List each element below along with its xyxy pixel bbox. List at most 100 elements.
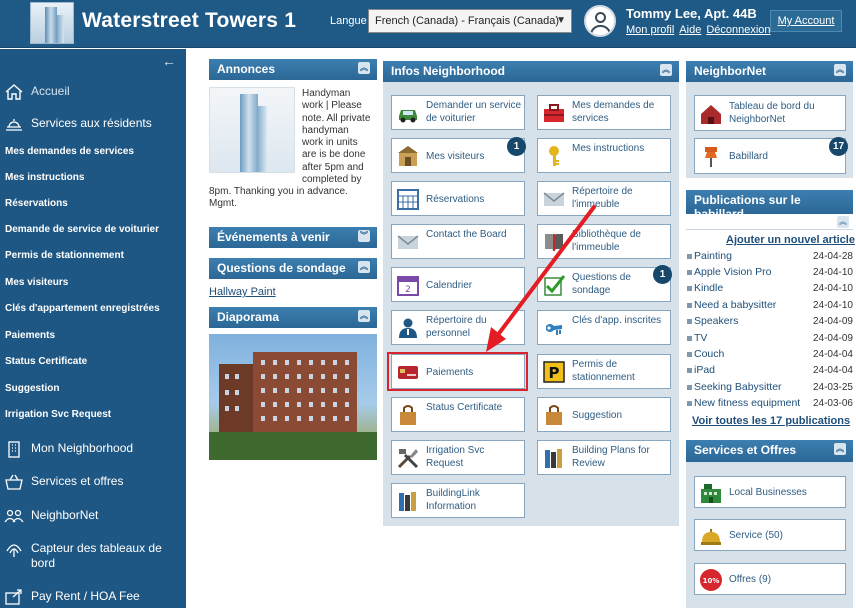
publication-title[interactable]: Speakers (694, 315, 738, 327)
publication-row[interactable]: Couch 24-04-04 (686, 347, 853, 363)
tile-building-library[interactable]: Bibliothèque de l'immeuble (537, 224, 671, 259)
publication-title[interactable]: iPad (694, 364, 715, 376)
publication-title[interactable]: Kindle (694, 282, 723, 294)
tile-buildinglink-info[interactable]: BuildingLink Information (391, 483, 525, 518)
sensor-icon (6, 544, 22, 557)
tile-registered-keys[interactable]: Clés d'app. inscrites (537, 310, 671, 345)
publication-row[interactable]: iPad 24-04-04 (686, 363, 853, 379)
view-all-publications-link[interactable]: Voir toutes les 17 publications (692, 415, 850, 427)
survey-link[interactable]: Hallway Paint (209, 286, 276, 298)
my-account-button[interactable]: My Account (770, 10, 842, 32)
tile-contact-board[interactable]: Contact the Board (391, 224, 525, 259)
nav-capteur[interactable]: Capteur des tableaux de bord (0, 538, 186, 572)
publication-row[interactable]: Painting 24-04-28 (686, 249, 853, 265)
collapse-annonces-icon[interactable]: ︽ (358, 62, 370, 74)
bell-icon (701, 529, 721, 545)
collapse-infos-icon[interactable]: ︽ (660, 64, 672, 76)
expand-evenements-icon[interactable]: ︾ (358, 230, 370, 242)
nav-sub-item[interactable]: Mes visiteurs (0, 277, 186, 293)
collapse-publications-icon[interactable]: ︽ (837, 216, 849, 228)
publication-title[interactable]: Apple Vision Pro (694, 266, 771, 278)
nav-sub-item[interactable]: Mes instructions (0, 172, 186, 188)
nav-pay-rent[interactable]: Pay Rent / HOA Fee (0, 586, 186, 608)
visitors-icon (398, 146, 418, 166)
publication-date: 24-04-04 (812, 365, 853, 376)
tile-offers[interactable]: 10% Offres (9) (694, 563, 846, 595)
slideshow-photo[interactable] (209, 334, 377, 460)
nav-neighbornet[interactable]: NeighborNet (0, 505, 186, 527)
nav-sub-label: Paiements (5, 330, 56, 341)
tile-reservations[interactable]: Réservations (391, 181, 525, 216)
tile-neighbornet-dashboard[interactable]: Tableau de bord du NeighborNet (694, 95, 846, 131)
tile-parking-permit[interactable]: P Permis de stationnement (537, 354, 671, 389)
tile-my-instructions[interactable]: Mes instructions (537, 138, 671, 173)
diaporama-title: Diaporama (217, 310, 280, 324)
nav-sub-item[interactable]: Réservations (0, 198, 186, 214)
help-link[interactable]: Aide (679, 24, 701, 36)
key-icon (549, 146, 559, 166)
tile-my-visitors[interactable]: Mes visiteurs (391, 138, 525, 173)
publication-row[interactable]: New fitness equipment 24-03-06 (686, 396, 853, 412)
publication-row[interactable]: TV 24-04-09 (686, 331, 853, 347)
envelope-icon (397, 235, 419, 249)
announcement-line: 8pm. Thanking you in advance. (209, 186, 348, 197)
tile-status-certificate[interactable]: Status Certificate (391, 397, 525, 432)
nav-sub-item[interactable]: Status Certificate (0, 356, 186, 372)
publication-row[interactable]: Seeking Babysitter 24-03-25 (686, 380, 853, 396)
publication-title[interactable]: TV (694, 332, 707, 344)
nav-sub-item[interactable]: Paiements (0, 330, 186, 346)
collapse-diaporama-icon[interactable]: ︽ (358, 310, 370, 322)
nav-services-offres[interactable]: Services et offres (0, 471, 186, 493)
tile-my-service-requests[interactable]: Mes demandes de services (537, 95, 671, 130)
nav-sub-item[interactable]: Permis de stationnement (0, 250, 186, 266)
tile-building-directory[interactable]: Répertoire de l'immeuble (537, 181, 671, 216)
tile-label: BuildingLink Information (426, 488, 480, 512)
tile-suggestion[interactable]: Suggestion (537, 397, 671, 432)
collapse-sidebar-icon[interactable]: ← (162, 53, 176, 69)
tile-staff-directory[interactable]: Répertoire du personnel (391, 310, 525, 345)
collapse-services-offres-icon[interactable]: ︽ (834, 443, 846, 455)
announcement-line: note. All private (302, 112, 371, 124)
nav-accueil[interactable]: Accueil (0, 81, 186, 103)
site-title[interactable]: Waterstreet Towers 1 (82, 9, 296, 33)
nav-mon-neighborhood[interactable]: Mon Neighborhood (0, 438, 186, 460)
publication-row[interactable]: Speakers 24-04-09 (686, 314, 853, 330)
publication-title[interactable]: Need a babysitter (694, 299, 776, 311)
profile-link[interactable]: Mon profil (626, 24, 674, 36)
bulletin-count-badge: 17 (829, 137, 848, 156)
publication-title[interactable]: Couch (694, 348, 724, 360)
publication-date: 24-04-09 (812, 316, 853, 327)
publication-row[interactable]: Apple Vision Pro 24-04-10 (686, 265, 853, 281)
language-value: French (Canada) - Français (Canada) (375, 15, 560, 27)
tile-local-businesses[interactable]: Local Businesses (694, 476, 846, 508)
nav-sub-item[interactable]: Suggestion (0, 383, 186, 399)
collapse-neighbornet-icon[interactable]: ︽ (834, 64, 846, 76)
user-avatar-icon[interactable] (584, 5, 616, 37)
publication-row[interactable]: Need a babysitter 24-04-10 (686, 298, 853, 314)
tile-survey-questions[interactable]: Questions de sondage (537, 267, 671, 302)
tile-service[interactable]: Service (50) (694, 519, 846, 551)
tile-valet-request[interactable]: Demander un service de voiturier (391, 95, 525, 130)
tile-calendar[interactable]: 2 Calendrier (391, 267, 525, 302)
nav-sub-item[interactable]: Clés d'appartement enregistrées (0, 303, 186, 319)
nav-sub-item[interactable]: Mes demandes de services (0, 146, 186, 162)
nav-sub-item[interactable]: Irrigation Svc Request (0, 409, 186, 425)
collapse-sondage-icon[interactable]: ︽ (358, 261, 370, 273)
evenements-header[interactable]: Événements à venir ︾ (209, 227, 377, 248)
add-article-link[interactable]: Ajouter un nouvel article (726, 234, 855, 246)
publication-title[interactable]: Seeking Babysitter (694, 381, 782, 393)
nav-sub-label: Suggestion (5, 383, 60, 394)
publication-title[interactable]: Painting (694, 250, 732, 262)
language-select[interactable]: French (Canada) - Français (Canada) ▼ (368, 9, 572, 33)
publication-title[interactable]: New fitness equipment (694, 397, 800, 409)
building-logo[interactable] (30, 2, 74, 44)
tile-irrigation-request[interactable]: Irrigation Svc Request (391, 440, 525, 475)
publication-row[interactable]: Kindle 24-04-10 (686, 281, 853, 297)
nav-sub-item[interactable]: Demande de service de voiturier (0, 224, 186, 240)
announcement-text-bottom: 8pm. Thanking you in advance. Mgmt. (209, 186, 381, 211)
staff-icon (399, 318, 417, 338)
tile-building-plans[interactable]: Building Plans for Review (537, 440, 671, 475)
tile-bulletin-board[interactable]: Babillard (694, 138, 846, 174)
logout-link[interactable]: Déconnexion (706, 24, 770, 36)
nav-services-residents[interactable]: Services aux résidents (0, 113, 186, 135)
